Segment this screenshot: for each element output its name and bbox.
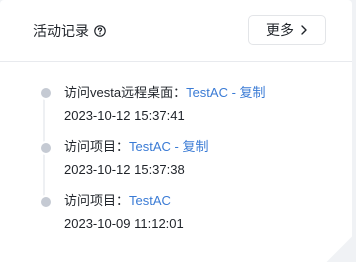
panel-header: 活动记录 更多 xyxy=(0,0,352,62)
activity-description: 访问vesta远程桌面：TestAC - 复制 xyxy=(64,84,266,102)
activity-description: 访问项目：TestAC xyxy=(64,192,184,210)
activity-target-link[interactable]: TestAC - 复制 xyxy=(129,139,208,154)
activity-item: 访问项目：TestAC - 复制 2023-10-12 15:37:38 xyxy=(64,138,208,179)
timeline-dot xyxy=(39,195,53,209)
activity-action: 访问项目： xyxy=(64,193,130,208)
activity-timeline: 访问vesta远程桌面：TestAC - 复制 2023-10-12 15:37… xyxy=(0,62,352,262)
activity-description: 访问项目：TestAC - 复制 xyxy=(64,138,208,156)
more-button[interactable]: 更多 xyxy=(248,15,326,45)
activity-time: 2023-10-09 11:12:01 xyxy=(64,216,184,231)
more-button-label: 更多 xyxy=(266,22,294,38)
panel-title-text: 活动记录 xyxy=(33,23,89,39)
activity-action: 访问vesta远程桌面： xyxy=(64,85,187,100)
question-circle-icon[interactable] xyxy=(94,25,106,37)
timeline-dot xyxy=(39,86,53,100)
activity-time: 2023-10-12 15:37:41 xyxy=(64,108,185,123)
activity-item: 访问vesta远程桌面：TestAC - 复制 2023-10-12 15:37… xyxy=(64,84,266,125)
chevron-right-icon xyxy=(300,25,308,35)
activity-target-link[interactable]: TestAC xyxy=(129,193,171,208)
activity-panel: 活动记录 更多 访问vesta远程桌面：TestAC - 复制 2023-10-… xyxy=(0,0,352,262)
panel-title: 活动记录 xyxy=(33,21,106,41)
activity-action: 访问项目： xyxy=(64,139,130,154)
activity-item: 访问项目：TestAC 2023-10-09 11:12:01 xyxy=(64,192,184,233)
activity-target-link[interactable]: TestAC - 复制 xyxy=(186,85,265,100)
activity-time: 2023-10-12 15:37:38 xyxy=(64,162,185,177)
timeline-dot xyxy=(39,141,53,155)
